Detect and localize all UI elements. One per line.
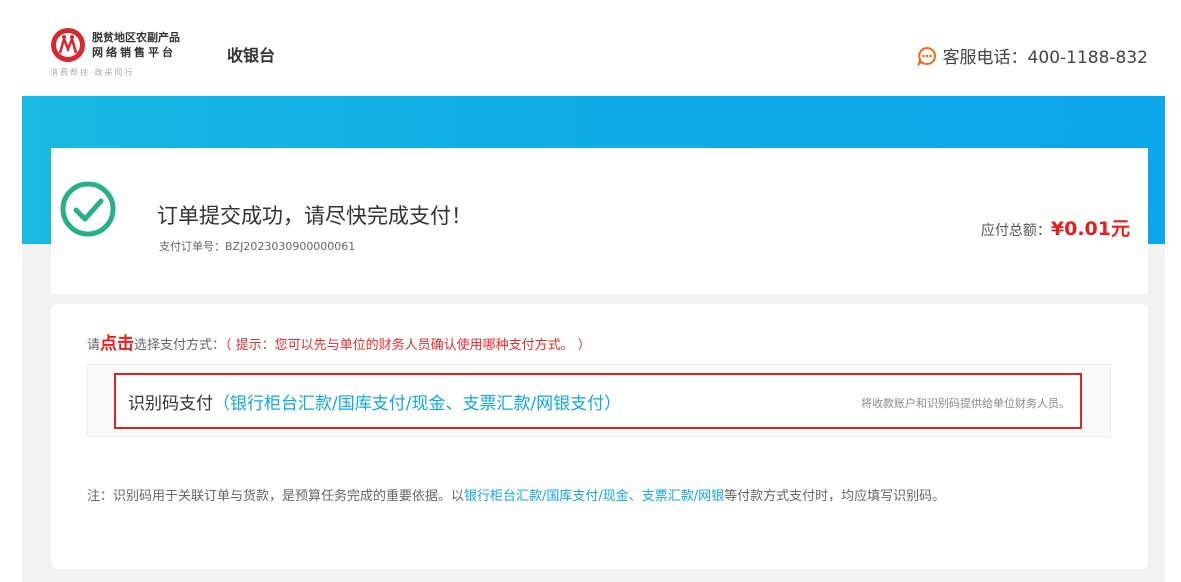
amount-due: 应付总额：¥0.01元	[981, 214, 1130, 241]
hint-click-emphasis: 点击	[100, 334, 135, 354]
page-title: 收银台	[227, 46, 276, 65]
order-number: 支付订单号：BZJ2023030900000061	[159, 240, 356, 253]
hint-prefix: 请	[87, 338, 101, 353]
service-phone: 客服电话：400-1188-832	[942, 48, 1148, 68]
customer-service: 客服电话：400-1188-832	[917, 43, 1148, 68]
payment-footnote: 注：识别码用于关联订单与货款，是预算任务完成的重要依据。以银行柜台汇款/国库支付…	[87, 485, 945, 504]
footnote-suffix: 等付款方式支付时，均应填写识别码。	[724, 489, 946, 504]
payment-option-methods: （银行柜台汇款/国库支付/现金、支票汇款/网银支付）	[213, 394, 622, 414]
order-summary-card: 订单提交成功，请尽快完成支付！ 支付订单号：BZJ202303090000006…	[51, 148, 1148, 294]
hint-suffix: 选择支付方式：	[134, 338, 226, 353]
payment-method-card: 请点击选择支付方式：（ 提示：您可以先与单位的财务人员确认使用哪种支付方式。 ）…	[51, 304, 1148, 569]
platform-logo[interactable]: 脱贫地区农副产品 网络销售平台 消费帮扶·政采同行	[50, 27, 200, 93]
footnote-methods-link: 银行柜台汇款/国库支付/现金、支票汇款/网银	[464, 489, 725, 504]
payment-hint: 请点击选择支付方式：（ 提示：您可以先与单位的财务人员确认使用哪种支付方式。 ）	[87, 329, 591, 354]
logo-slogan: 消费帮扶·政采同行	[50, 68, 135, 77]
payment-option-label: 识别码支付（银行柜台汇款/国库支付/现金、支票汇款/网银支付）	[128, 389, 621, 414]
platform-emblem-icon	[51, 28, 85, 62]
amount-value: ¥0.01元	[1050, 218, 1130, 240]
payment-option-note: 将收款账户和识别码提供给单位财务人员。	[861, 397, 1070, 410]
amount-label: 应付总额：	[980, 223, 1051, 239]
footnote-prefix: 注：识别码用于关联订单与货款，是预算任务完成的重要依据。以	[87, 489, 465, 504]
logo-text-line1: 脱贫地区农副产品	[92, 31, 180, 44]
payment-options-box: 识别码支付（银行柜台汇款/国库支付/现金、支票汇款/网银支付） 将收款账户和识别…	[87, 364, 1111, 437]
hint-tip: （ 提示：您可以先与单位的财务人员确认使用哪种支付方式。 ）	[225, 338, 591, 353]
order-success-title: 订单提交成功，请尽快完成支付！	[157, 204, 472, 228]
chat-bubble-icon	[917, 46, 936, 66]
success-check-icon	[60, 181, 116, 237]
header: 脱贫地区农副产品 网络销售平台 消费帮扶·政采同行 收银台 客服电话：400-1…	[0, 0, 1181, 96]
payment-option-name: 识别码支付	[128, 394, 213, 414]
identification-code-payment-option[interactable]: 识别码支付（银行柜台汇款/国库支付/现金、支票汇款/网银支付） 将收款账户和识别…	[114, 373, 1082, 429]
logo-text-line2: 网络销售平台	[92, 46, 176, 59]
